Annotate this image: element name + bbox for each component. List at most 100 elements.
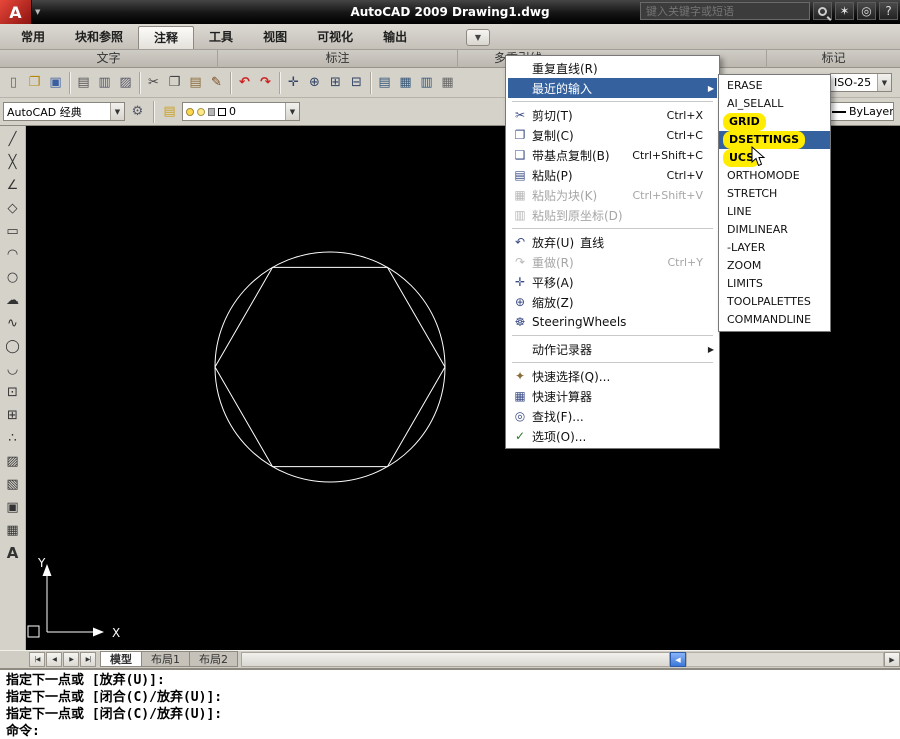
draw-insert-block-button[interactable] (2, 381, 24, 403)
ribbon-tab-output[interactable]: 输出 (368, 26, 422, 49)
layout-tab-layout1[interactable]: 布局1 (142, 651, 190, 667)
toolbar-paste-button[interactable] (185, 71, 206, 95)
toolbar-plot-button[interactable] (73, 71, 94, 95)
horizontal-scrollbar-track[interactable] (686, 652, 884, 667)
menu-item-options[interactable]: 选项(O)... ▶ (508, 426, 717, 446)
draw-gradient-button[interactable] (2, 473, 24, 495)
draw-rectangle-button[interactable] (2, 220, 24, 242)
draw-polyline-button[interactable] (2, 174, 24, 196)
recent-command-minus-layer[interactable]: -LAYER (719, 239, 830, 257)
workspace-combo[interactable]: AutoCAD 经典 ▼ (3, 102, 125, 121)
draw-point-button[interactable] (2, 427, 24, 449)
draw-ellipse-arc-button[interactable] (2, 358, 24, 380)
toolbar-open-button[interactable] (24, 71, 45, 95)
menu-item-quick-calc[interactable]: 快速计算器 ▶ (508, 386, 717, 406)
command-line-panel[interactable]: 指定下一点或 [放弃(U)]: 指定下一点或 [闭合(C)/放弃(U)]: 指定… (0, 668, 900, 739)
menu-item-action-recorder[interactable]: 动作记录器 ▶ (508, 339, 717, 359)
draw-hatch-button[interactable] (2, 450, 24, 472)
recent-command-commandline[interactable]: COMMANDLINE (719, 311, 830, 329)
draw-revision-cloud-button[interactable] (2, 289, 24, 311)
menu-item-pan[interactable]: 平移(A) ▶ (508, 272, 717, 292)
toolbar-designcenter-button[interactable] (395, 71, 416, 95)
recent-command-dimlinear[interactable]: DIMLINEAR (719, 221, 830, 239)
menu-item-cut[interactable]: 剪切(T) Ctrl+X ▶ (508, 105, 717, 125)
recent-command-line[interactable]: LINE (719, 203, 830, 221)
menu-item-find[interactable]: 查找(F)... ▶ (508, 406, 717, 426)
toolbar-copy-button[interactable] (164, 71, 185, 95)
toolbar-zoom-previous-button[interactable] (346, 71, 367, 95)
communication-center-button[interactable]: ◎ (857, 2, 876, 20)
scroll-left-button[interactable]: ◀ (670, 652, 686, 667)
toolbar-zoom-realtime-button[interactable] (304, 71, 325, 95)
favorites-button[interactable]: ✶ (835, 2, 854, 20)
toolbar-publish-button[interactable] (115, 71, 136, 95)
recent-command-grid[interactable]: GRID (719, 113, 830, 131)
scroll-right-button[interactable]: ▶ (884, 652, 900, 667)
layout-tab-layout2[interactable]: 布局2 (190, 651, 238, 667)
toolbar-save-button[interactable] (45, 71, 66, 95)
toolbar-zoom-window-button[interactable] (325, 71, 346, 95)
toolbar-properties-button[interactable] (374, 71, 395, 95)
menu-item-quick-select[interactable]: 快速选择(Q)... ▶ (508, 366, 717, 386)
recent-command-limits[interactable]: LIMITS (719, 275, 830, 293)
draw-line-button[interactable] (2, 128, 24, 150)
draw-multiline-text-button[interactable] (2, 542, 24, 564)
draw-polygon-button[interactable] (2, 197, 24, 219)
recent-command-dsettings[interactable]: DSETTINGS (719, 131, 830, 149)
scrollbar-thumb[interactable] (241, 652, 670, 667)
toolbar-undo-button[interactable] (234, 71, 255, 95)
help-search-input[interactable] (640, 2, 810, 20)
first-tab-button[interactable]: |◀ (29, 652, 45, 667)
menu-item-recent-input[interactable]: 最近的输入 ▶ (508, 78, 717, 98)
menu-item-copy-base[interactable]: 带基点复制(B) Ctrl+Shift+C ▶ (508, 145, 717, 165)
toolbar-pan-button[interactable] (283, 71, 304, 95)
workspace-settings-button[interactable]: ⚙ (127, 100, 148, 124)
menu-item-undo[interactable]: 放弃(U) 直线 ▶ (508, 232, 717, 252)
menu-item-paste[interactable]: 粘贴(P) Ctrl+V ▶ (508, 165, 717, 185)
draw-make-block-button[interactable] (2, 404, 24, 426)
menu-item-paste-original[interactable]: 粘贴到原坐标(D) ▶ (508, 205, 717, 225)
ribbon-tab-visualize[interactable]: 可视化 (302, 26, 368, 49)
draw-ellipse-button[interactable] (2, 335, 24, 357)
ribbon-tab-tools[interactable]: 工具 (194, 26, 248, 49)
recent-command-orthomode[interactable]: ORTHOMODE (719, 167, 830, 185)
ribbon-tab-annotate[interactable]: 注释 (138, 26, 194, 49)
recent-command-ai-selall[interactable]: AI_SELALL (719, 95, 830, 113)
draw-circle-button[interactable] (2, 266, 24, 288)
menu-item-zoom[interactable]: 缩放(Z) ▶ (508, 292, 717, 312)
recent-command-toolpalettes[interactable]: TOOLPALETTES (719, 293, 830, 311)
layer-combo[interactable]: 0 ▼ (182, 102, 300, 121)
menu-item-paste-block[interactable]: 粘贴为块(K) Ctrl+Shift+V ▶ (508, 185, 717, 205)
menu-item-redo[interactable]: 重做(R) Ctrl+Y ▶ (508, 252, 717, 272)
ribbon-tab-view[interactable]: 视图 (248, 26, 302, 49)
recent-command-erase[interactable]: ERASE (719, 77, 830, 95)
ribbon-minimize-chevron[interactable]: ▼ (466, 29, 490, 46)
menu-item-steering-wheels[interactable]: SteeringWheels ▶ (508, 312, 717, 332)
color-combo[interactable]: ByLayer (828, 102, 894, 121)
recent-command-zoom[interactable]: ZOOM (719, 257, 830, 275)
toolbar-redo-button[interactable] (255, 71, 276, 95)
layout-tab-model[interactable]: 模型 (100, 651, 142, 667)
menu-item-repeat-line[interactable]: 重复直线(R) ▶ (508, 58, 717, 78)
toolbar-match-properties-button[interactable] (206, 71, 227, 95)
ribbon-tab-home[interactable]: 常用 (6, 26, 60, 49)
menu-browser-button[interactable]: A (0, 0, 32, 24)
draw-arc-button[interactable] (2, 243, 24, 265)
last-tab-button[interactable]: ▶| (80, 652, 96, 667)
toolbar-qnew-button[interactable] (3, 71, 24, 95)
draw-region-button[interactable] (2, 496, 24, 518)
toolbar-tool-palettes-button[interactable] (416, 71, 437, 95)
draw-spline-button[interactable] (2, 312, 24, 334)
toolbar-cut-button[interactable] (143, 71, 164, 95)
prev-tab-button[interactable]: ◀ (46, 652, 62, 667)
next-tab-button[interactable]: ▶ (63, 652, 79, 667)
toolbar-quickcalc-button[interactable] (437, 71, 458, 95)
recent-command-ucs[interactable]: UCS (719, 149, 830, 167)
toolbar-plot-preview-button[interactable] (94, 71, 115, 95)
help-button[interactable]: ? (879, 2, 898, 20)
draw-construction-line-button[interactable] (2, 151, 24, 173)
menu-item-copy[interactable]: 复制(C) Ctrl+C ▶ (508, 125, 717, 145)
dim-style-combo[interactable]: ISO-25 ▼ (830, 73, 892, 92)
ribbon-tab-blocks-references[interactable]: 块和参照 (60, 26, 138, 49)
draw-table-button[interactable] (2, 519, 24, 541)
